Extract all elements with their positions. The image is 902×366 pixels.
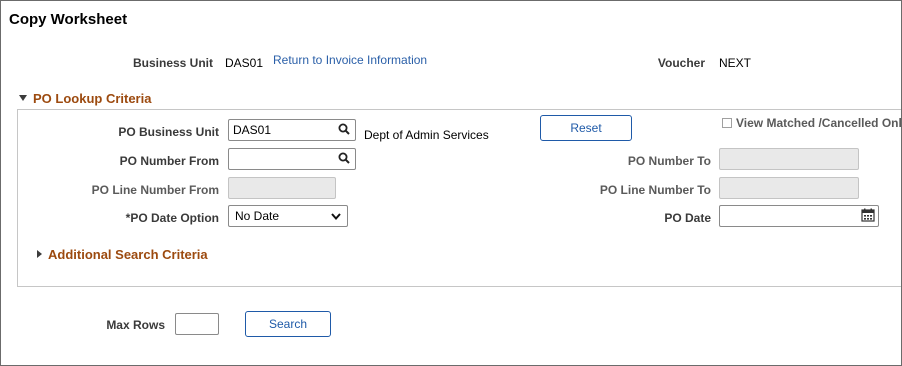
po-number-from-input[interactable] xyxy=(228,148,356,170)
return-to-invoice-link[interactable]: Return to Invoice Information xyxy=(273,53,427,67)
additional-search-criteria-title: Additional Search Criteria xyxy=(48,247,208,262)
po-business-unit-field xyxy=(228,119,356,141)
calendar-icon[interactable] xyxy=(861,208,875,222)
triangle-right-icon xyxy=(37,250,42,258)
search-icon[interactable] xyxy=(338,152,350,164)
search-button[interactable]: Search xyxy=(245,311,331,337)
po-date-option-select[interactable]: No Date xyxy=(228,205,348,227)
search-icon[interactable] xyxy=(338,123,350,135)
po-date-option-value: No Date xyxy=(235,209,280,223)
po-line-number-to-input xyxy=(719,177,859,199)
business-unit-label: Business Unit xyxy=(132,56,213,70)
po-number-to-input xyxy=(719,148,859,170)
po-business-unit-description: Dept of Admin Services xyxy=(364,128,489,142)
po-line-number-from-input xyxy=(228,177,336,199)
page-title: Copy Worksheet xyxy=(9,11,128,28)
view-matched-label: View Matched /Cancelled Only xyxy=(736,116,902,130)
po-line-number-from-label: PO Line Number From xyxy=(91,183,219,197)
voucher-label: Voucher xyxy=(657,56,705,70)
chevron-down-icon xyxy=(331,213,341,221)
po-lookup-criteria-toggle[interactable]: PO Lookup Criteria xyxy=(19,91,151,106)
po-date-field xyxy=(719,205,879,227)
po-date-input[interactable] xyxy=(719,205,879,227)
po-date-label: PO Date xyxy=(664,211,711,225)
max-rows-label: Max Rows xyxy=(106,318,165,332)
po-number-from-label: PO Number From xyxy=(119,154,219,168)
business-unit-value: DAS01 xyxy=(225,56,264,70)
po-line-number-to-label: PO Line Number To xyxy=(599,183,711,197)
po-lookup-criteria-title: PO Lookup Criteria xyxy=(33,91,152,106)
po-business-unit-label: PO Business Unit xyxy=(118,125,219,139)
po-date-option-label: *PO Date Option xyxy=(125,211,219,225)
triangle-down-icon xyxy=(19,95,27,101)
view-matched-checkbox[interactable] xyxy=(722,118,732,128)
reset-button[interactable]: Reset xyxy=(540,115,632,141)
po-number-to-label: PO Number To xyxy=(627,154,711,168)
max-rows-input[interactable] xyxy=(175,313,219,335)
po-number-from-field xyxy=(228,148,356,170)
copy-worksheet-page: Copy Worksheet Business Unit DAS01 Retur… xyxy=(0,0,902,366)
po-business-unit-input[interactable] xyxy=(228,119,356,141)
additional-search-criteria-toggle[interactable]: Additional Search Criteria xyxy=(37,247,208,262)
voucher-value: NEXT xyxy=(719,56,752,70)
